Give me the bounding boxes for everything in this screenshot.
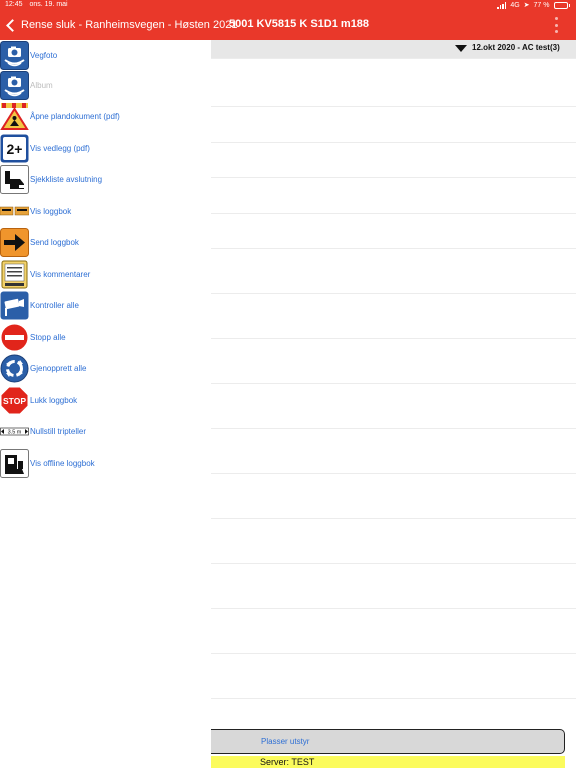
row-divider — [211, 698, 576, 699]
menu-item-offline-loggbok[interactable]: Vis offline loggbok — [0, 448, 211, 478]
row-divider — [211, 473, 576, 474]
status-bar-right: 4G ➤ 77 % — [497, 1, 570, 9]
cellular-signal-icon — [497, 1, 507, 9]
menu-item-kontroller-alle[interactable]: Kontroller alle — [0, 290, 211, 320]
stop-sign-text: STOP — [3, 396, 26, 406]
logbook-sign-icon — [0, 197, 29, 226]
menu-item-stopp-alle[interactable]: Stopp alle — [0, 322, 211, 352]
two-plus-text: 2+ — [7, 141, 23, 157]
offline-sign-icon — [0, 448, 29, 478]
row-divider — [211, 248, 576, 249]
menu-label-nullstill-tripteller: Nullstill tripteller — [30, 426, 87, 436]
camera-control-sign-icon — [0, 291, 29, 320]
menu-label-lukk-loggbok: Lukk loggbok — [30, 395, 78, 405]
row-divider — [211, 518, 576, 519]
menu-item-nullstill-tripteller[interactable]: 3.5 m Nullstill tripteller — [0, 416, 211, 446]
status-date: ons. 19. mai — [29, 1, 68, 8]
menu-label-vegfoto: Vegfoto — [30, 50, 58, 60]
app-window: 12:45 ons. 19. mai 4G ➤ 77 % Rense sluk … — [0, 0, 576, 768]
distance-sign-icon: 3.5 m — [0, 417, 29, 446]
filter-bar: 12.okt 2020 - AC test(3) — [211, 40, 576, 58]
camera-sign-icon — [0, 40, 29, 70]
arrow-right-sign-icon — [0, 227, 29, 257]
network-label: 4G — [510, 1, 520, 9]
no-entry-sign-icon — [0, 323, 29, 352]
server-indicator: Server: TEST — [211, 756, 565, 768]
menu-item-lukk-loggbok[interactable]: STOP Lukk loggbok — [0, 385, 211, 415]
distance-text: 3.5 m — [8, 429, 22, 435]
roundabout-sign-icon — [0, 354, 29, 383]
menu-item-vegfoto[interactable]: Vegfoto — [0, 40, 211, 70]
menu-item-album: Album — [0, 70, 211, 100]
back-label: Rense sluk - Ranheimsvegen - Høsten 2021 — [21, 19, 238, 31]
row-divider — [211, 177, 576, 178]
two-plus-sign-icon: 2+ — [0, 134, 29, 163]
row-divider — [211, 653, 576, 654]
filter-label[interactable]: 12.okt 2020 - AC test(3) — [472, 43, 560, 52]
menu-label-kontroller-alle: Kontroller alle — [30, 300, 79, 310]
menu-label-gjenopprett-alle: Gjenopprett alle — [30, 363, 87, 373]
row-divider — [211, 383, 576, 384]
menu-item-sjekkliste[interactable]: Sjekkliste avslutning — [0, 164, 211, 194]
location-arrow-icon: ➤ — [523, 2, 530, 9]
row-divider — [211, 293, 576, 294]
chevron-left-icon — [6, 18, 19, 32]
page-title: 5001 KV5815 K S1D1 m188 — [229, 18, 370, 30]
menu-label-vis-loggbok: Vis loggbok — [30, 206, 72, 216]
sidebar-menu: Vegfoto Album Åpne plandokument (pdf) 2+… — [0, 40, 211, 768]
menu-label-send-loggbok: Send loggbok — [30, 237, 79, 247]
comment-sign-icon — [0, 260, 29, 289]
row-divider — [211, 142, 576, 143]
stop-sign-icon: STOP — [0, 386, 29, 415]
row-divider — [211, 58, 576, 59]
place-equipment-button[interactable]: Plasser utstyr — [211, 729, 565, 754]
main-content: 12.okt 2020 - AC test(3) — [211, 40, 576, 726]
more-options-icon[interactable] — [553, 17, 559, 33]
place-equipment-label: Plasser utstyr — [261, 737, 310, 746]
menu-label-plandokument: Åpne plandokument (pdf) — [30, 111, 120, 121]
status-bar-left: 12:45 ons. 19. mai — [5, 1, 73, 8]
menu-item-plandokument[interactable]: Åpne plandokument (pdf) — [0, 101, 211, 131]
battery-label: 77 % — [533, 1, 550, 9]
row-divider — [211, 608, 576, 609]
status-time: 12:45 — [5, 1, 23, 8]
checklist-sign-icon — [0, 164, 29, 194]
row-divider — [211, 213, 576, 214]
menu-label-stopp-alle: Stopp alle — [30, 332, 66, 342]
back-button[interactable]: Rense sluk - Ranheimsvegen - Høsten 2021 — [4, 15, 237, 35]
menu-item-vis-loggbok[interactable]: Vis loggbok — [0, 196, 211, 226]
menu-label-sjekkliste: Sjekkliste avslutning — [30, 174, 103, 184]
dropdown-triangle-icon[interactable] — [455, 45, 467, 52]
menu-label-album: Album — [30, 80, 53, 90]
battery-icon — [553, 1, 570, 9]
roadwork-sign-icon — [0, 102, 29, 131]
menu-item-gjenopprett-alle[interactable]: Gjenopprett alle — [0, 353, 211, 383]
header-bar: 12:45 ons. 19. mai 4G ➤ 77 % Rense sluk … — [0, 0, 576, 40]
server-label: Server: TEST — [260, 757, 315, 767]
row-divider — [211, 338, 576, 339]
row-divider — [211, 563, 576, 564]
menu-label-vedlegg: Vis vedlegg (pdf) — [30, 143, 90, 153]
menu-item-kommentarer[interactable]: Vis kommentarer — [0, 259, 211, 289]
menu-item-vedlegg[interactable]: 2+ Vis vedlegg (pdf) — [0, 133, 211, 163]
row-divider — [211, 106, 576, 107]
menu-label-kommentarer: Vis kommentarer — [30, 269, 91, 279]
row-divider — [211, 428, 576, 429]
camera-album-icon — [0, 70, 29, 100]
menu-label-offline-loggbok: Vis offline loggbok — [30, 458, 95, 468]
menu-item-send-loggbok[interactable]: Send loggbok — [0, 227, 211, 257]
